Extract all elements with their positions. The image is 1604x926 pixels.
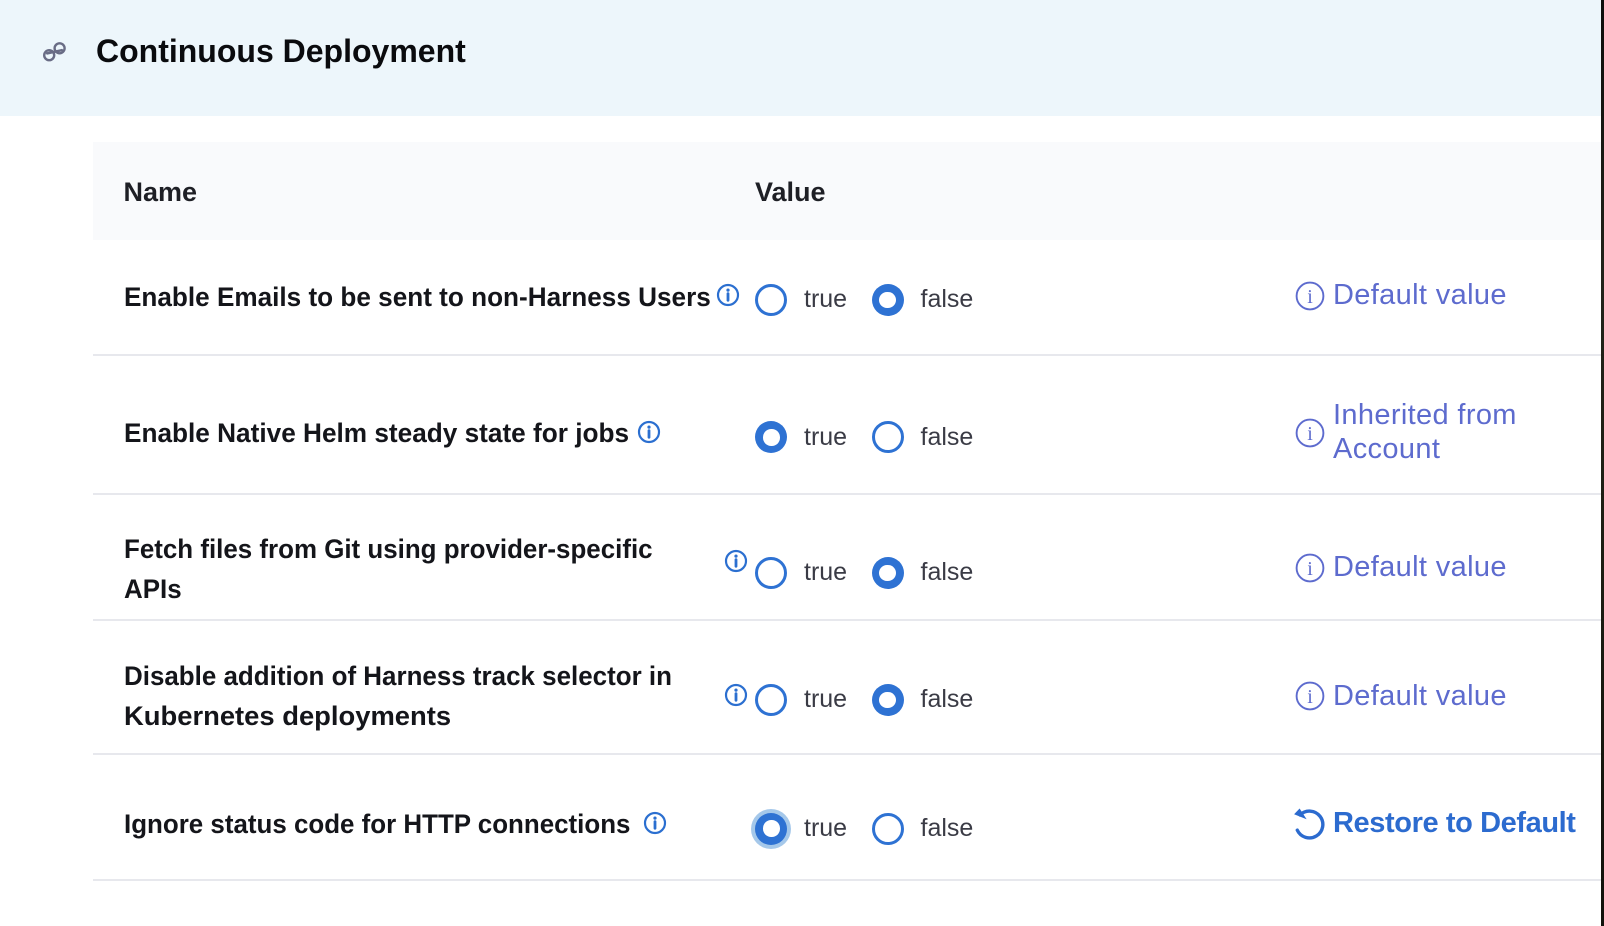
svg-text:i: i	[1307, 686, 1313, 708]
svg-text:i: i	[1307, 286, 1313, 308]
svg-text:i: i	[1307, 423, 1313, 445]
svg-text:i: i	[1307, 558, 1313, 580]
